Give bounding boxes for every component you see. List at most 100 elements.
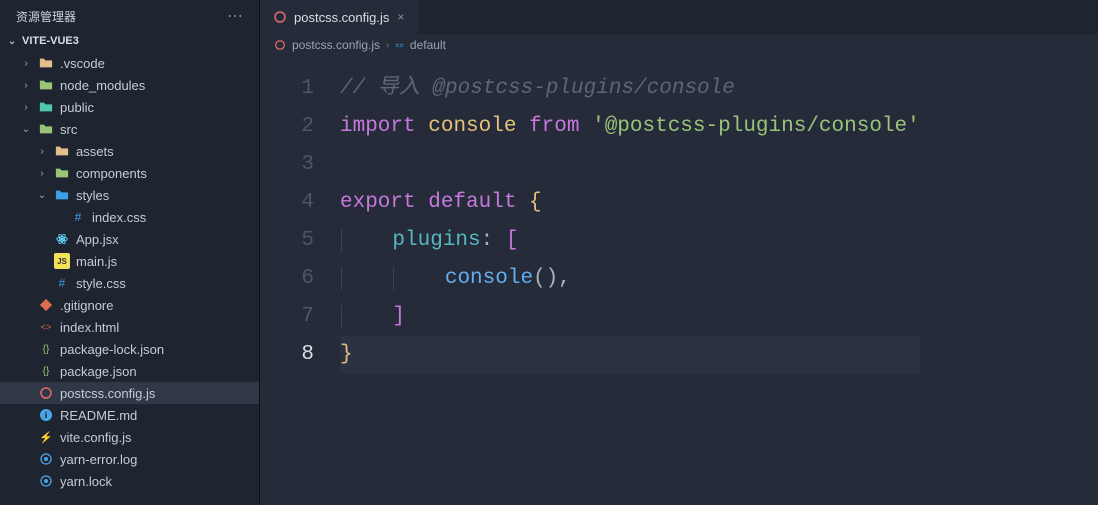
code-line[interactable] [340,146,920,184]
line-number: 3 [260,146,314,184]
tree-item[interactable]: # index.css [0,206,259,228]
tree-item[interactable]: postcss.config.js [0,382,259,404]
punct: () [533,267,558,290]
folder-icon [54,165,70,181]
tab-postcss-config[interactable]: postcss.config.js × [260,0,418,34]
chevron-right-icon: › [20,58,32,69]
info-icon: i [38,407,54,423]
chevron-right-icon: › [36,146,48,157]
chevron-right-icon: › [36,168,48,179]
explorer-sidebar: 资源管理器 ⋯ ⌄ VITE-VUE3 › .vscode › node_module… [0,0,260,505]
tree-item[interactable]: yarn.lock [0,470,259,492]
tree-item-label: .vscode [60,56,105,71]
tree-item[interactable]: App.jsx [0,228,259,250]
code-line[interactable]: plugins: [ [340,222,920,260]
code-line[interactable]: ] [340,298,920,336]
breadcrumb-symbol: default [410,38,446,52]
comment: // 导入 @postcss-plugins/console [340,77,735,100]
tree-item-label: index.css [92,210,146,225]
json-icon: {} [38,363,54,379]
tree-item[interactable]: {}package.json [0,360,259,382]
tree-item-label: style.css [76,276,126,291]
postcss-icon [274,39,286,51]
explorer-more-icon[interactable]: ⋯ [223,6,247,26]
css-icon: # [70,209,86,225]
code-line[interactable]: import console from '@postcss-plugins/co… [340,108,920,146]
brace: { [529,191,542,214]
explorer-title: 资源管理器 [16,8,76,25]
react-icon [54,231,70,247]
property: plugins [392,229,480,252]
tree-item-label: vite.config.js [60,430,132,445]
tree-item-label: package-lock.json [60,342,164,357]
git-icon [38,297,54,313]
editor-area: postcss.config.js × postcss.config.js › … [260,0,1098,505]
project-root[interactable]: ⌄ VITE-VUE3 [0,32,259,50]
tree-item-label: public [60,100,94,115]
chevron-down-icon: ⌄ [36,190,48,201]
line-number: 2 [260,108,314,146]
code-line[interactable]: console(), [340,260,920,298]
symbol-icon: ▫▫ [395,38,404,52]
js-icon: JS [54,253,70,269]
tree-item[interactable]: ⌄ src [0,118,259,140]
bracket: ] [392,305,405,328]
folder-icon [38,55,54,71]
json-icon: {} [38,341,54,357]
tree-item[interactable]: <> index.html [0,316,259,338]
tree-item[interactable]: i README.md [0,404,259,426]
tree-item-label: yarn.lock [60,474,112,489]
line-number: 7 [260,298,314,336]
tree-item[interactable]: ›public [0,96,259,118]
punct: , [558,267,571,290]
line-number: 8 [260,336,314,374]
identifier: console [428,115,516,138]
chevron-down-icon: ⌄ [6,36,18,47]
close-icon[interactable]: × [395,10,406,24]
tree-item-label: index.html [60,320,119,335]
tree-item-label: components [76,166,147,181]
tree-item[interactable]: › .vscode [0,52,259,74]
explorer-header: 资源管理器 ⋯ [0,0,259,32]
project-name: VITE-VUE3 [22,35,79,47]
tree-item-label: assets [76,144,114,159]
folder-icon [38,121,54,137]
tree-item[interactable]: {} package-lock.json [0,338,259,360]
tree-item[interactable]: › components [0,162,259,184]
tree-item-label: .gitignore [60,298,113,313]
keyword: export default [340,191,516,214]
tree-item-label: postcss.config.js [60,386,155,401]
folder-icon [38,77,54,93]
tree-item-label: src [60,122,77,137]
chevron-down-icon: ⌄ [20,124,32,135]
line-gutter: 12345678 [260,56,330,505]
tree-item[interactable]: › assets [0,140,259,162]
bolt-icon: ⚡ [38,429,54,445]
line-number: 1 [260,70,314,108]
tree-item-label: styles [76,188,109,203]
code-line[interactable]: // 导入 @postcss-plugins/console [340,70,920,108]
tab-label: postcss.config.js [294,10,389,25]
tree-item-label: yarn-error.log [60,452,137,467]
line-number: 6 [260,260,314,298]
tree-item[interactable]: #style.css [0,272,259,294]
code-content[interactable]: // 导入 @postcss-plugins/console import con… [330,56,920,505]
html-icon: <> [38,319,54,335]
tree-item-label: README.md [60,408,137,423]
code-line[interactable]: export default { [340,184,920,222]
code-line[interactable]: } [340,336,920,374]
tree-item-label: node_modules [60,78,145,93]
breadcrumb[interactable]: postcss.config.js › ▫▫ default [260,34,1098,56]
tree-item[interactable]: › node_modules [0,74,259,96]
tree-item[interactable]: yarn-error.log [0,448,259,470]
file-tree: ›.vscode›node_modules›public⌄src›assets›… [0,50,259,492]
postcss-icon [272,9,288,25]
chevron-right-icon: › [20,80,32,91]
tree-item[interactable]: JSmain.js [0,250,259,272]
tree-item[interactable]: ⌄ styles [0,184,259,206]
breadcrumb-file: postcss.config.js [292,38,380,52]
brace: } [340,343,353,366]
tree-item[interactable]: ⚡ vite.config.js [0,426,259,448]
tree-item[interactable]: .gitignore [0,294,259,316]
code-editor[interactable]: 12345678 // 导入 @postcss-plugins/console i… [260,56,1098,505]
